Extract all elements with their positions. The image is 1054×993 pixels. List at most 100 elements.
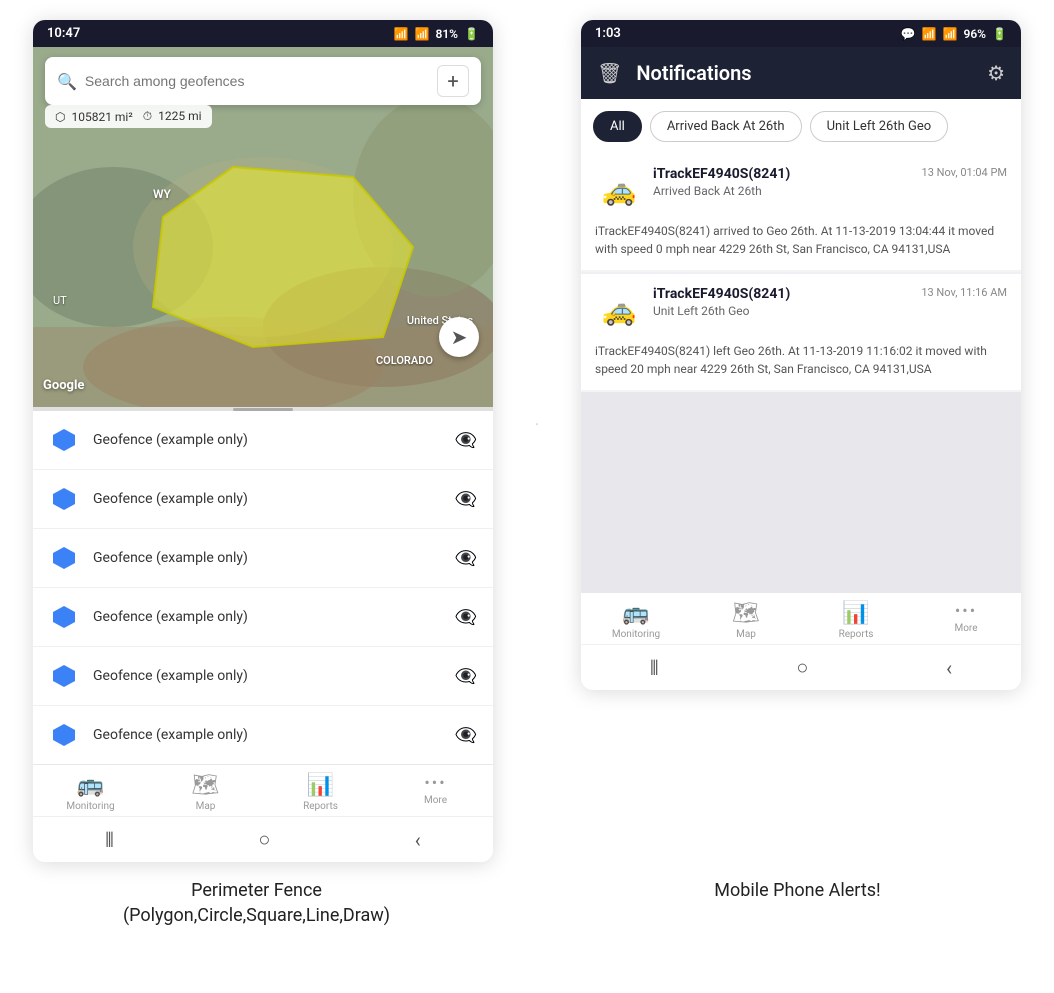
eye-icon-5[interactable]: 👁‍🗨	[455, 666, 477, 687]
back-button[interactable]: ‹	[415, 828, 421, 852]
notification-card-1[interactable]: 🚕 iTrackEF4940S(8241) 13 Nov, 01:04 PM A…	[581, 154, 1021, 270]
signal-icon-right: 📶	[943, 27, 958, 41]
filter-tab-arrived[interactable]: Arrived Back At 26th	[650, 111, 802, 142]
notification-card-2[interactable]: 🚕 iTrackEF4940S(8241) 13 Nov, 11:16 AM U…	[581, 274, 1021, 390]
monitoring-label: Monitoring	[66, 801, 114, 812]
notif-card-2-header: 🚕 iTrackEF4940S(8241) 13 Nov, 11:16 AM U…	[595, 286, 1007, 334]
distance-stat: ⏱ 1225 mi	[143, 109, 202, 124]
home-button[interactable]: ○	[258, 827, 270, 852]
more-label: More	[424, 795, 447, 806]
right-status-bar: 1:03 💬 📶 📶 96% 🔋	[581, 20, 1021, 47]
right-reports-label: Reports	[839, 629, 874, 640]
add-geofence-button[interactable]: +	[437, 65, 469, 97]
geofence-label-1: Geofence (example only)	[93, 432, 441, 448]
list-item[interactable]: Geofence (example only) 👁‍🗨	[33, 411, 493, 470]
wifi-icon-right: 📶	[922, 27, 937, 41]
notif-card-1-info: iTrackEF4940S(8241) 13 Nov, 01:04 PM Arr…	[653, 166, 1007, 198]
right-more-label: More	[954, 623, 977, 634]
nav-map[interactable]: 🗺 Map	[176, 773, 236, 812]
filter-tab-all[interactable]: All	[593, 111, 642, 142]
notif-card-1-header: 🚕 iTrackEF4940S(8241) 13 Nov, 01:04 PM A…	[595, 166, 1007, 214]
notif-time-1: 13 Nov, 01:04 PM	[922, 166, 1007, 179]
notif-event-1: Arrived Back At 26th	[653, 184, 1007, 198]
map-search-bar[interactable]: 🔍 +	[45, 57, 481, 105]
chat-icon: 💬	[901, 27, 916, 41]
left-phone: 10:47 📶 📶 81% 🔋	[33, 20, 493, 862]
main-container: 10:47 📶 📶 81% 🔋	[0, 0, 1054, 862]
left-bottom-nav: 🚌 Monitoring 🗺 Map 📊 Reports ••• More	[33, 764, 493, 816]
caption-spacer	[523, 878, 531, 928]
geofence-icon-5	[49, 661, 79, 691]
colorado-label: COLORADO	[376, 354, 433, 367]
left-system-nav: ⦀ ○ ‹	[33, 816, 493, 862]
recent-apps-button[interactable]: ⦀	[105, 828, 114, 852]
notif-title-row-1: iTrackEF4940S(8241) 13 Nov, 01:04 PM	[653, 166, 1007, 182]
left-status-bar: 10:47 📶 📶 81% 🔋	[33, 20, 493, 47]
search-icon: 🔍	[57, 72, 77, 91]
google-logo: Google	[43, 378, 84, 393]
filter-tabs-bar: All Arrived Back At 26th Unit Left 26th …	[581, 99, 1021, 154]
list-item[interactable]: Geofence (example only) 👁‍🗨	[33, 706, 493, 764]
left-time: 10:47	[47, 26, 80, 41]
notifications-title: Notifications	[636, 61, 973, 85]
geofence-label-2: Geofence (example only)	[93, 491, 441, 507]
notif-time-2: 13 Nov, 11:16 AM	[921, 286, 1007, 299]
notif-body-1: iTrackEF4940S(8241) arrived to Geo 26th.…	[595, 222, 1007, 258]
nav-reports[interactable]: 📊 Reports	[291, 773, 351, 812]
right-monitoring-label: Monitoring	[612, 629, 660, 640]
right-nav-monitoring[interactable]: 🚌 Monitoring	[606, 601, 666, 640]
car-avatar-2: 🚕	[595, 286, 643, 334]
notifications-header: 🗑 Notifications ⚙	[581, 47, 1021, 99]
left-caption-text: Perimeter Fence(Polygon,Circle,Square,Li…	[123, 880, 390, 926]
list-item[interactable]: Geofence (example only) 👁‍🗨	[33, 470, 493, 529]
geofence-label-3: Geofence (example only)	[93, 550, 441, 566]
wy-label: WY	[153, 187, 171, 201]
delete-icon[interactable]: 🗑	[597, 61, 622, 85]
settings-icon[interactable]: ⚙	[987, 61, 1005, 85]
list-item[interactable]: Geofence (example only) 👁‍🗨	[33, 529, 493, 588]
compass-button[interactable]: ➤	[439, 317, 479, 357]
battery-icon: 🔋	[464, 27, 479, 41]
geofence-icon-1	[49, 425, 79, 455]
right-bottom-nav: 🚌 Monitoring 🗺 Map 📊 Reports ••• More	[581, 592, 1021, 644]
geofence-label-4: Geofence (example only)	[93, 609, 441, 625]
nav-monitoring[interactable]: 🚌 Monitoring	[61, 773, 121, 812]
notifications-list: 🚕 iTrackEF4940S(8241) 13 Nov, 01:04 PM A…	[581, 154, 1021, 592]
geofence-list: Geofence (example only) 👁‍🗨 Geofence (ex…	[33, 411, 493, 764]
signal-icon: 📶	[415, 27, 430, 41]
compass-icon: ➤	[451, 325, 468, 349]
right-monitoring-icon: 🚌	[622, 601, 649, 626]
search-input[interactable]	[85, 73, 429, 89]
right-time: 1:03	[595, 26, 621, 41]
list-item[interactable]: Geofence (example only) 👁‍🗨	[33, 647, 493, 706]
nav-more[interactable]: ••• More	[406, 773, 466, 812]
right-back-button[interactable]: ‹	[946, 656, 952, 680]
map-area[interactable]: 🔍 + ⬡ 105821 mi² ⏱ 1225 mi WY UT COLORAD…	[33, 47, 493, 407]
notif-body-2: iTrackEF4940S(8241) left Geo 26th. At 11…	[595, 342, 1007, 378]
geofence-icon-6	[49, 720, 79, 750]
eye-icon-6[interactable]: 👁‍🗨	[455, 725, 477, 746]
reports-icon: 📊	[307, 773, 334, 798]
right-home-button[interactable]: ○	[796, 655, 808, 680]
notif-card-2-info: iTrackEF4940S(8241) 13 Nov, 11:16 AM Uni…	[653, 286, 1007, 318]
right-map-icon: 🗺	[732, 601, 760, 626]
right-more-icon: •••	[955, 601, 977, 620]
eye-icon-4[interactable]: 👁‍🗨	[455, 607, 477, 628]
divider: •	[533, 20, 541, 429]
list-item[interactable]: Geofence (example only) 👁‍🗨	[33, 588, 493, 647]
right-nav-reports[interactable]: 📊 Reports	[826, 601, 886, 640]
right-nav-more[interactable]: ••• More	[936, 601, 996, 640]
eye-icon-3[interactable]: 👁‍🗨	[455, 548, 477, 569]
more-icon: •••	[424, 773, 446, 792]
reports-label: Reports	[303, 801, 338, 812]
filter-tab-left[interactable]: Unit Left 26th Geo	[810, 111, 949, 142]
captions-container: Perimeter Fence(Polygon,Circle,Square,Li…	[0, 862, 1054, 938]
right-nav-map[interactable]: 🗺 Map	[716, 601, 776, 640]
car-avatar-1: 🚕	[595, 166, 643, 214]
device-name-2: iTrackEF4940S(8241)	[653, 286, 790, 302]
geofence-label-5: Geofence (example only)	[93, 668, 441, 684]
eye-icon-2[interactable]: 👁‍🗨	[455, 489, 477, 510]
right-recent-apps-button[interactable]: ⦀	[650, 656, 659, 680]
geofence-icon-3	[49, 543, 79, 573]
eye-icon-1[interactable]: 👁‍🗨	[455, 430, 477, 451]
